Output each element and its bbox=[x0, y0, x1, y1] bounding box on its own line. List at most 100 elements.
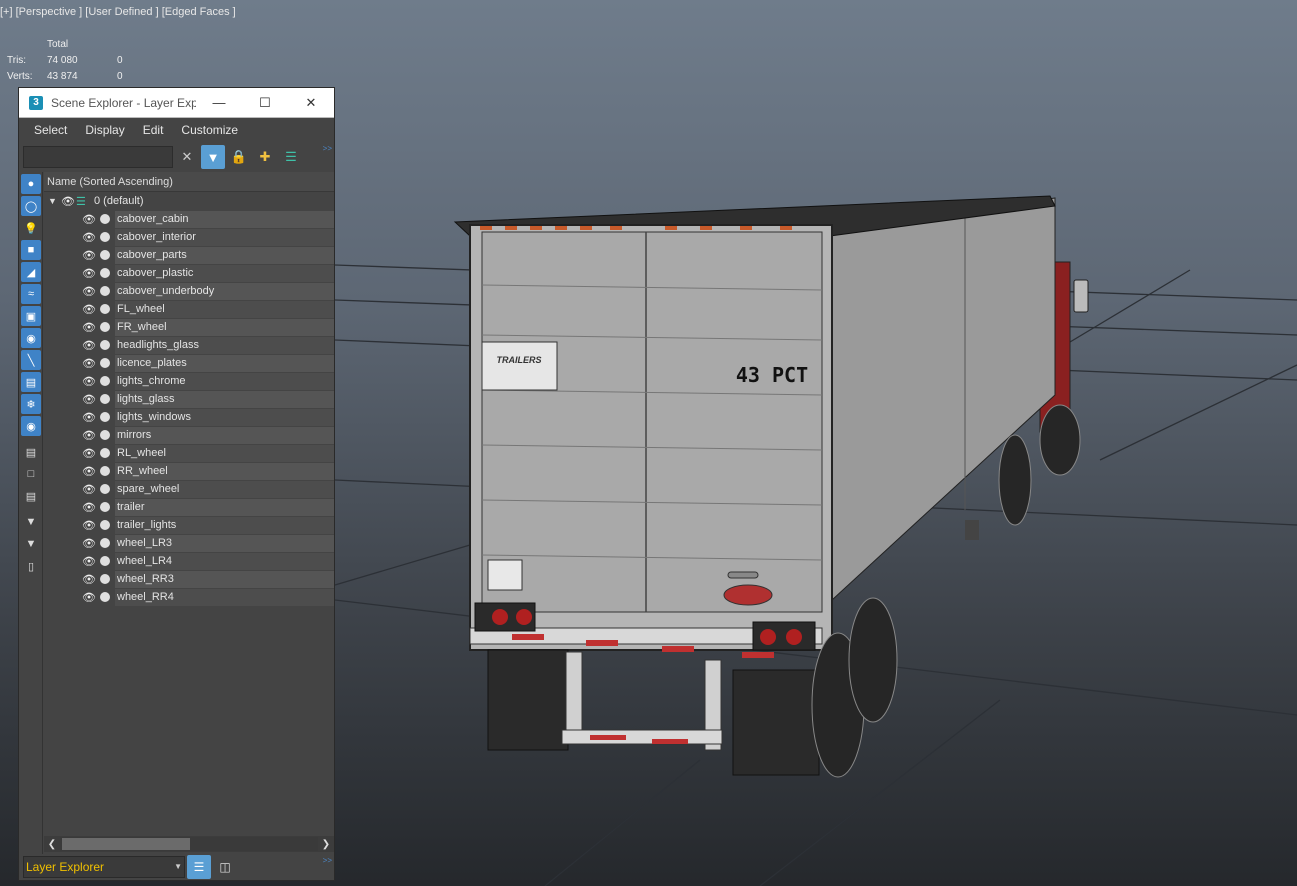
collapse-arrow-icon[interactable]: ▼ bbox=[48, 196, 60, 206]
scroll-track[interactable] bbox=[60, 837, 318, 851]
geometry-filter-icon[interactable]: ● bbox=[21, 174, 41, 194]
object-row[interactable]: 👁 lights_glass bbox=[44, 390, 334, 408]
visibility-eye-icon[interactable]: 👁 bbox=[81, 213, 97, 226]
shapes-filter-icon[interactable]: ◯ bbox=[21, 196, 41, 216]
object-row[interactable]: 👁 spare_wheel bbox=[44, 480, 334, 498]
object-row[interactable]: 👁 trailer_lights bbox=[44, 516, 334, 534]
visibility-eye-icon[interactable]: 👁 bbox=[81, 303, 97, 316]
add-layer-icon[interactable]: ✚ bbox=[253, 145, 277, 169]
render-toggle-icon[interactable] bbox=[100, 556, 110, 566]
layers-icon[interactable]: ☰ bbox=[279, 145, 303, 169]
filter-icon[interactable]: ▼ bbox=[21, 534, 41, 554]
scroll-thumb[interactable] bbox=[62, 838, 190, 850]
close-button[interactable]: ✕ bbox=[288, 88, 334, 118]
render-toggle-icon[interactable] bbox=[100, 322, 110, 332]
title-bar[interactable]: 3 Scene Explorer - Layer Expl... — ☐ ✕ bbox=[19, 88, 334, 118]
bones-filter-icon[interactable]: ╲ bbox=[21, 350, 41, 370]
lights-filter-icon[interactable]: 💡 bbox=[21, 218, 41, 238]
render-toggle-icon[interactable] bbox=[100, 214, 110, 224]
visibility-eye-icon[interactable]: 👁 bbox=[81, 519, 97, 532]
visibility-eye-icon[interactable]: 👁 bbox=[60, 195, 76, 208]
hidden-filter-icon[interactable]: ◉ bbox=[21, 416, 41, 436]
visibility-eye-icon[interactable]: 👁 bbox=[81, 573, 97, 586]
dropdown-caret-icon[interactable]: ▼ bbox=[174, 857, 182, 877]
visibility-eye-icon[interactable]: 👁 bbox=[81, 555, 97, 568]
object-row[interactable]: 👁 cabover_underbody bbox=[44, 282, 334, 300]
menu-edit[interactable]: Edit bbox=[134, 123, 173, 137]
render-toggle-icon[interactable] bbox=[100, 340, 110, 350]
filter-settings-icon[interactable]: ▼ bbox=[21, 512, 41, 532]
visibility-eye-icon[interactable]: 👁 bbox=[81, 339, 97, 352]
object-row[interactable]: 👁 cabover_plastic bbox=[44, 264, 334, 282]
visibility-eye-icon[interactable]: 👁 bbox=[81, 447, 97, 460]
object-row[interactable]: 👁 wheel_LR3 bbox=[44, 534, 334, 552]
visibility-eye-icon[interactable]: 👁 bbox=[81, 267, 97, 280]
object-row[interactable]: 👁 wheel_RR4 bbox=[44, 588, 334, 606]
object-row[interactable]: 👁 trailer bbox=[44, 498, 334, 516]
sort-by-layer-icon[interactable]: ☰ bbox=[187, 855, 211, 879]
search-input[interactable] bbox=[23, 146, 173, 168]
visibility-eye-icon[interactable]: 👁 bbox=[81, 321, 97, 334]
spacewarps-filter-icon[interactable]: ≈ bbox=[21, 284, 41, 304]
menu-customize[interactable]: Customize bbox=[172, 123, 247, 137]
cameras-filter-icon[interactable]: ■ bbox=[21, 240, 41, 260]
explorer-type-dropdown[interactable]: Layer Explorer ▼ bbox=[23, 856, 185, 878]
render-toggle-icon[interactable] bbox=[100, 376, 110, 386]
groups-filter-icon[interactable]: ▣ bbox=[21, 306, 41, 326]
overflow-icon[interactable]: >> bbox=[323, 144, 332, 153]
object-row[interactable]: 👁 FR_wheel bbox=[44, 318, 334, 336]
render-toggle-icon[interactable] bbox=[100, 250, 110, 260]
selection-set-icon[interactable]: ▯ bbox=[21, 556, 41, 576]
render-toggle-icon[interactable] bbox=[100, 484, 110, 494]
render-toggle-icon[interactable] bbox=[100, 394, 110, 404]
object-row[interactable]: 👁 cabover_parts bbox=[44, 246, 334, 264]
object-row[interactable]: 👁 licence_plates bbox=[44, 354, 334, 372]
lock-icon[interactable]: 🔒 bbox=[227, 145, 251, 169]
visibility-eye-icon[interactable]: 👁 bbox=[81, 285, 97, 298]
visibility-eye-icon[interactable]: 👁 bbox=[81, 483, 97, 496]
object-row[interactable]: 👁 cabover_cabin bbox=[44, 210, 334, 228]
render-toggle-icon[interactable] bbox=[100, 304, 110, 314]
visibility-eye-icon[interactable]: 👁 bbox=[81, 537, 97, 550]
render-toggle-icon[interactable] bbox=[100, 448, 110, 458]
frozen-filter-icon[interactable]: ❄ bbox=[21, 394, 41, 414]
visibility-eye-icon[interactable]: 👁 bbox=[81, 375, 97, 388]
display-all-icon[interactable]: ▤ bbox=[21, 442, 41, 462]
visibility-eye-icon[interactable]: 👁 bbox=[81, 231, 97, 244]
object-row[interactable]: 👁 FL_wheel bbox=[44, 300, 334, 318]
visibility-eye-icon[interactable]: 👁 bbox=[81, 249, 97, 262]
visibility-eye-icon[interactable]: 👁 bbox=[81, 501, 97, 514]
scroll-right-icon[interactable]: ❯ bbox=[318, 839, 334, 850]
render-toggle-icon[interactable] bbox=[100, 502, 110, 512]
display-none-icon[interactable]: □ bbox=[21, 464, 41, 484]
name-column-header[interactable]: Name (Sorted Ascending) bbox=[44, 172, 334, 192]
helpers-filter-icon[interactable]: ◢ bbox=[21, 262, 41, 282]
visibility-eye-icon[interactable]: 👁 bbox=[81, 591, 97, 604]
visibility-eye-icon[interactable]: 👁 bbox=[81, 393, 97, 406]
object-row[interactable]: 👁 wheel_LR4 bbox=[44, 552, 334, 570]
render-toggle-icon[interactable] bbox=[100, 232, 110, 242]
visibility-eye-icon[interactable]: 👁 bbox=[81, 465, 97, 478]
visibility-eye-icon[interactable]: 👁 bbox=[81, 411, 97, 424]
render-toggle-icon[interactable] bbox=[100, 412, 110, 422]
menu-select[interactable]: Select bbox=[25, 123, 76, 137]
object-row[interactable]: 👁 lights_chrome bbox=[44, 372, 334, 390]
render-toggle-icon[interactable] bbox=[100, 430, 110, 440]
render-toggle-icon[interactable] bbox=[100, 592, 110, 602]
visibility-eye-icon[interactable]: 👁 bbox=[81, 429, 97, 442]
render-toggle-icon[interactable] bbox=[100, 466, 110, 476]
minimize-button[interactable]: — bbox=[196, 88, 242, 118]
layer-row[interactable]: ▼ 👁 ☰ 0 (default) bbox=[44, 192, 334, 210]
render-toggle-icon[interactable] bbox=[100, 286, 110, 296]
object-row[interactable]: 👁 lights_windows bbox=[44, 408, 334, 426]
object-row[interactable]: 👁 headlights_glass bbox=[44, 336, 334, 354]
xrefs-filter-icon[interactable]: ◉ bbox=[21, 328, 41, 348]
menu-display[interactable]: Display bbox=[76, 123, 133, 137]
viewport-label[interactable]: [+] [Perspective ] [User Defined ] [Edge… bbox=[0, 6, 236, 18]
object-row[interactable]: 👁 wheel_RR3 bbox=[44, 570, 334, 588]
render-toggle-icon[interactable] bbox=[100, 268, 110, 278]
object-row[interactable]: 👁 RR_wheel bbox=[44, 462, 334, 480]
object-row[interactable]: 👁 mirrors bbox=[44, 426, 334, 444]
scroll-left-icon[interactable]: ❮ bbox=[44, 839, 60, 850]
containers-filter-icon[interactable]: ▤ bbox=[21, 372, 41, 392]
